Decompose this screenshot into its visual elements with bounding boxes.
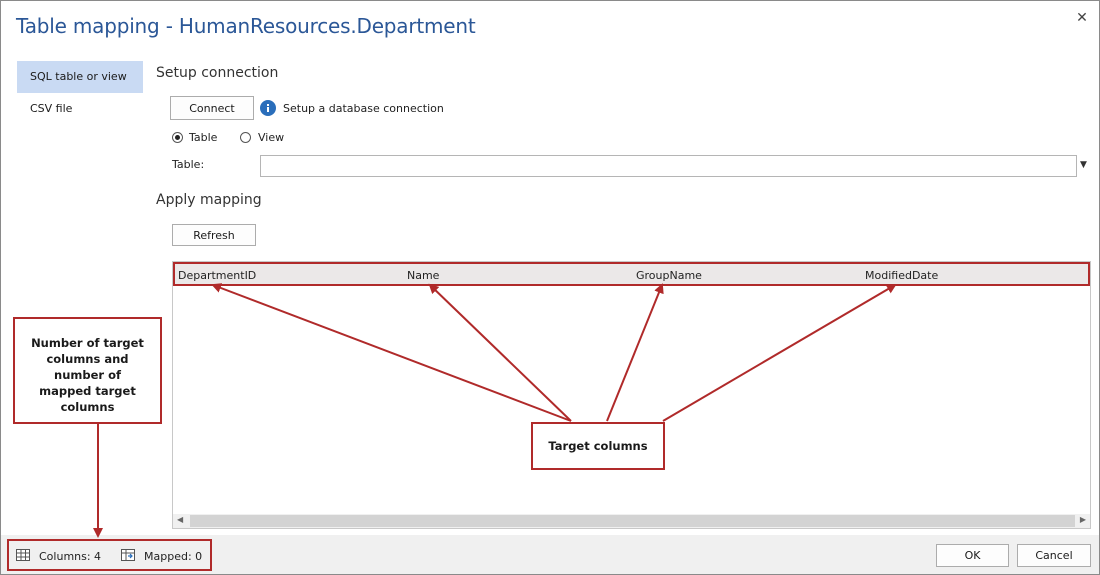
setup-connection-heading: Setup connection [156,65,279,81]
radio-view[interactable] [240,132,251,143]
status-box: Columns: 4 Mapped: 0 [7,539,212,571]
radio-table[interactable] [172,132,183,143]
table-icon [16,549,30,561]
scrollbar-thumb[interactable] [190,515,1075,527]
radio-view-label: View [258,131,285,144]
ok-button[interactable]: OK [936,544,1009,567]
nav-item-csv-file[interactable]: CSV file [17,93,143,125]
radio-table-label: Table [189,131,218,144]
info-icon [260,100,276,116]
dialog-title: Table mapping - HumanResources.Departmen… [16,14,476,38]
table-select[interactable] [260,155,1077,177]
connect-button[interactable]: Connect [170,96,254,120]
columns-count: Columns: 4 [39,550,102,563]
horizontal-scrollbar[interactable]: ◀ ▶ [173,514,1090,528]
grid-header: DepartmentID Name GroupName ModifiedDate [173,262,1090,286]
mapping-grid: DepartmentID Name GroupName ModifiedDate… [172,261,1091,529]
close-icon[interactable]: ✕ [1075,11,1089,25]
mapped-columns-icon [121,549,135,561]
callout-line: columns and [46,352,129,366]
table-mapping-dialog: Table mapping - HumanResources.Departmen… [0,0,1100,575]
callout-line: columns [60,400,115,414]
callout-line: number of [54,368,121,382]
scroll-left-icon[interactable]: ◀ [177,515,183,524]
source-nav: SQL table or view CSV file [17,61,143,125]
column-header-groupname[interactable]: GroupName [636,269,702,282]
table-field-label: Table: [172,158,205,171]
chevron-down-icon[interactable]: ▼ [1080,160,1087,170]
dialog-footer: Columns: 4 Mapped: 0 OK Cancel [1,535,1099,574]
apply-mapping-heading: Apply mapping [156,192,262,208]
mapped-count: Mapped: 0 [144,550,203,563]
callout-target-columns: Target columns [531,422,665,470]
nav-item-sql-table[interactable]: SQL table or view [17,61,143,93]
column-header-name[interactable]: Name [407,269,439,282]
info-text: Setup a database connection [283,102,444,115]
column-header-modifieddate[interactable]: ModifiedDate [865,269,938,282]
callout-column-counts: Number of target columns and number of m… [13,317,162,424]
scroll-right-icon[interactable]: ▶ [1080,515,1086,524]
cancel-button[interactable]: Cancel [1017,544,1091,567]
refresh-button[interactable]: Refresh [172,224,256,246]
callout-line: Number of target [31,336,144,350]
callout-line: mapped target [39,384,136,398]
column-header-departmentid[interactable]: DepartmentID [178,269,256,282]
